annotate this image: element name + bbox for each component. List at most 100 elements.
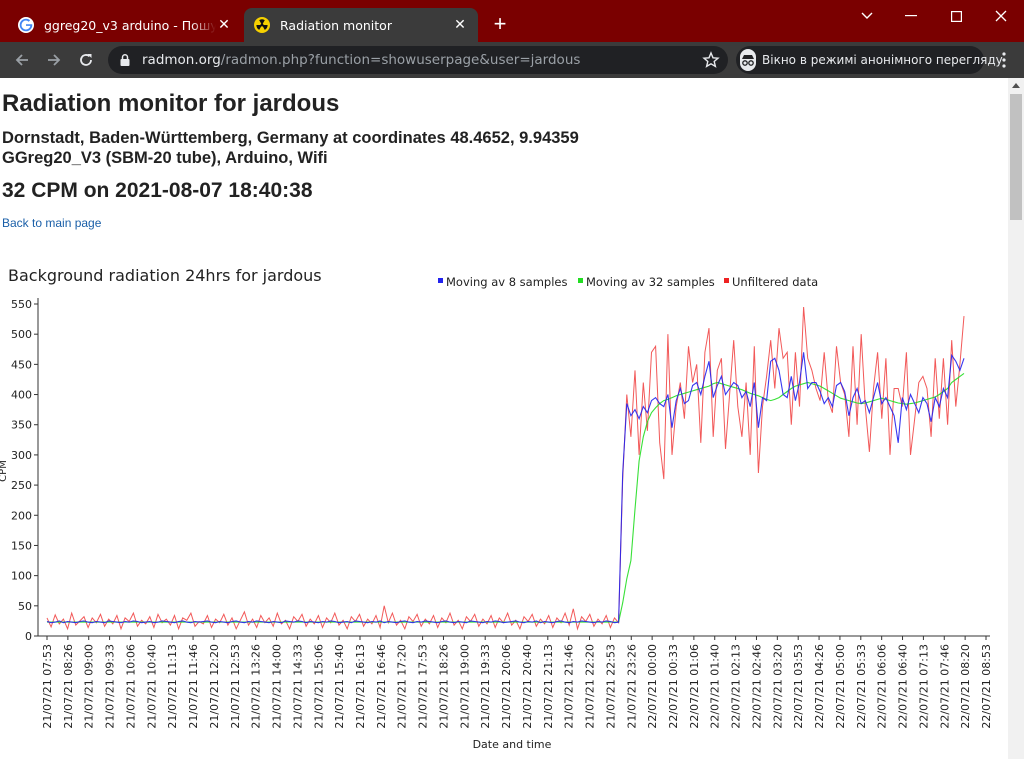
page-scrollbar[interactable] — [1008, 78, 1024, 759]
y-tick-label: 300 — [11, 449, 32, 462]
station-device: GGreg20_V3 (SBM-20 tube), Arduino, Wifi — [2, 149, 328, 167]
bookmark-star-icon[interactable] — [702, 51, 720, 69]
tab-title: Radiation monitor — [280, 17, 392, 33]
y-tick-label: 550 — [11, 298, 32, 311]
x-tick-label: 21/07/21 12:20 — [208, 644, 221, 729]
y-tick-label: 400 — [11, 389, 32, 402]
legend-label: Unfiltered data — [732, 275, 818, 289]
close-tab-icon[interactable]: ✕ — [452, 17, 468, 33]
x-tick-label: 21/07/21 15:06 — [312, 644, 325, 729]
x-tick-label: 22/07/21 06:06 — [876, 644, 889, 729]
x-tick-label: 21/07/21 14:00 — [271, 644, 284, 729]
y-tick-label: 450 — [11, 358, 32, 371]
scroll-up-icon[interactable] — [1012, 83, 1020, 88]
y-tick-label: 200 — [11, 509, 32, 522]
x-tick-label: 22/07/21 05:33 — [855, 644, 868, 729]
x-tick-label: 21/07/21 07:53 — [41, 644, 54, 729]
x-tick-label: 21/07/21 15:40 — [333, 644, 346, 729]
x-tick-label: 22/07/21 03:20 — [771, 644, 784, 729]
tab-google-search[interactable]: ggreg20_v3 arduino - Пошук Google ✕ — [8, 8, 242, 42]
y-tick-label: 250 — [11, 479, 32, 492]
close-window-icon[interactable] — [986, 4, 1016, 28]
lock-icon[interactable] — [118, 53, 132, 67]
legend-swatch — [578, 278, 583, 283]
current-reading: 32 CPM on 2021-08-07 18:40:38 — [2, 179, 313, 202]
x-tick-label: 21/07/21 17:20 — [396, 644, 409, 729]
x-tick-label: 22/07/21 05:00 — [834, 644, 847, 729]
google-icon — [18, 17, 34, 33]
tab-title: ggreg20_v3 arduino - Пошук Google — [44, 17, 216, 33]
series-line-3 — [46, 306, 965, 631]
station-location: Dornstadt, Baden-Württemberg, Germany at… — [2, 129, 579, 147]
x-tick-label: 21/07/21 11:46 — [187, 644, 200, 729]
x-tick-label: 22/07/21 03:53 — [792, 644, 805, 729]
radiation-icon — [254, 17, 270, 33]
browser-toolbar: radmon.org/radmon.php?function=showuserp… — [0, 42, 1024, 78]
x-tick-label: 22/07/21 07:13 — [917, 644, 930, 729]
y-tick-label: 50 — [18, 600, 32, 613]
incognito-indicator[interactable]: Вікно в режимі анонімного перегляду — [736, 46, 1003, 74]
x-tick-label: 21/07/21 12:53 — [229, 644, 242, 729]
x-tick-label: 22/07/21 02:13 — [730, 644, 743, 729]
x-tick-label: 21/07/21 19:00 — [458, 644, 471, 729]
x-tick-label: 22/07/21 08:53 — [980, 644, 993, 729]
x-tick-label: 22/07/21 02:46 — [750, 644, 763, 729]
back-arrow-icon[interactable] — [10, 48, 34, 72]
url-host: radmon.org — [142, 52, 221, 68]
series-line-1 — [46, 352, 965, 624]
y-tick-label: 500 — [11, 328, 32, 341]
y-axis-label: CPM — [0, 460, 9, 482]
y-tick-label: 350 — [11, 419, 32, 432]
x-tick-label: 21/07/21 09:33 — [104, 644, 117, 729]
minimize-icon[interactable] — [896, 4, 926, 28]
back-to-main-link[interactable]: Back to main page — [2, 216, 101, 230]
reload-icon[interactable] — [74, 48, 98, 72]
x-tick-label: 21/07/21 16:13 — [354, 644, 367, 729]
browser-titlebar: ggreg20_v3 arduino - Пошук Google ✕ Radi… — [0, 0, 1024, 42]
x-tick-label: 21/07/21 11:13 — [166, 644, 179, 729]
x-tick-label: 21/07/21 20:40 — [521, 644, 534, 729]
x-axis-label: Date and time — [473, 738, 552, 751]
y-tick-label: 100 — [11, 570, 32, 583]
y-tick-label: 150 — [11, 539, 32, 552]
x-tick-label: 21/07/21 19:33 — [479, 644, 492, 729]
url-text: radmon.org/radmon.php?function=showuserp… — [142, 52, 580, 68]
close-tab-icon[interactable]: ✕ — [216, 17, 232, 33]
scrollbar-thumb[interactable] — [1010, 94, 1022, 220]
x-tick-label: 21/07/21 21:13 — [542, 644, 555, 729]
tab-search-icon[interactable] — [852, 4, 882, 28]
x-tick-label: 21/07/21 17:53 — [417, 644, 430, 729]
new-tab-icon[interactable]: + — [488, 13, 512, 37]
x-tick-label: 22/07/21 01:40 — [709, 644, 722, 729]
radiation-chart: Background radiation 24hrs for jardous M… — [0, 266, 993, 751]
x-tick-label: 21/07/21 23:26 — [625, 644, 638, 729]
x-tick-label: 22/07/21 06:40 — [897, 644, 910, 729]
x-tick-label: 21/07/21 10:06 — [124, 644, 137, 729]
x-tick-label: 21/07/21 16:46 — [375, 644, 388, 729]
x-tick-label: 22/07/21 00:00 — [646, 644, 659, 729]
x-tick-label: 21/07/21 09:00 — [83, 644, 96, 729]
x-tick-label: 21/07/21 20:06 — [500, 644, 513, 729]
legend-swatch — [724, 278, 729, 283]
maximize-icon[interactable] — [941, 4, 971, 28]
x-tick-label: 22/07/21 01:06 — [688, 644, 701, 729]
chart-legend: Moving av 8 samples Moving av 32 samples U… — [438, 275, 818, 289]
incognito-label: Вікно в режимі анонімного перегляду — [762, 53, 1003, 67]
x-tick-label: 22/07/21 08:20 — [959, 644, 972, 729]
page-content: Radiation monitor for jardous Dornstadt,… — [0, 78, 1008, 759]
x-tick-label: 21/07/21 08:26 — [62, 644, 75, 729]
x-tick-label: 21/07/21 22:53 — [604, 644, 617, 729]
x-tick-label: 21/07/21 22:20 — [584, 644, 597, 729]
x-tick-label: 21/07/21 14:33 — [291, 644, 304, 729]
forward-arrow-icon[interactable] — [42, 48, 66, 72]
x-tick-label: 22/07/21 04:26 — [813, 644, 826, 729]
address-bar[interactable]: radmon.org/radmon.php?function=showuserp… — [108, 46, 728, 74]
more-menu-icon[interactable] — [992, 48, 1016, 72]
incognito-icon — [740, 49, 756, 71]
x-tick-label: 21/07/21 10:40 — [145, 644, 158, 729]
tab-radiation-monitor[interactable]: Radiation monitor ✕ — [244, 8, 478, 42]
legend-label: Moving av 32 samples — [586, 275, 715, 289]
x-tick-label: 22/07/21 00:33 — [667, 644, 680, 729]
legend-swatch — [438, 278, 443, 283]
x-tick-label: 21/07/21 13:26 — [250, 644, 263, 729]
